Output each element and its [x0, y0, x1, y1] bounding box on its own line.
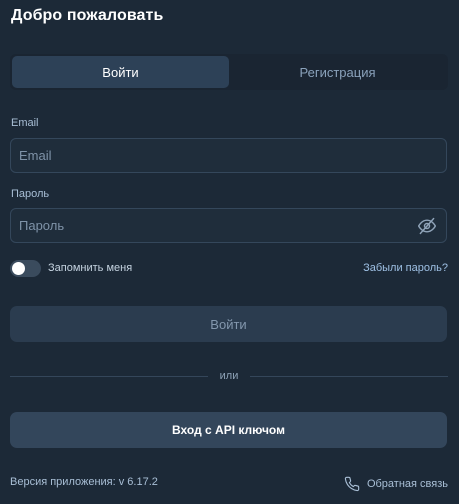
feedback-label: Обратная связь	[366, 478, 448, 490]
login-button[interactable]: Войти	[10, 306, 447, 342]
remember-toggle[interactable]	[10, 259, 41, 277]
email-label: Email	[11, 117, 39, 129]
remember-label: Запомнить меня	[48, 262, 133, 274]
auth-tabs: Войти Регистрация	[10, 54, 448, 90]
divider-line-left	[10, 375, 208, 377]
eye-off-icon[interactable]	[416, 215, 438, 237]
password-label: Пароль	[11, 188, 50, 200]
tab-login[interactable]: Войти	[12, 56, 229, 88]
password-field-wrapper	[10, 208, 447, 243]
phone-icon	[344, 476, 360, 492]
or-divider: или	[10, 367, 448, 385]
feedback-link[interactable]: Обратная связь	[344, 476, 448, 492]
divider-label: или	[219, 370, 239, 382]
password-field[interactable]	[11, 209, 416, 242]
remember-row: Запомнить меня Забыли пароль?	[10, 258, 448, 278]
api-key-login-button[interactable]: Вход с API ключом	[10, 412, 447, 448]
tab-register[interactable]: Регистрация	[229, 56, 446, 88]
email-field[interactable]	[11, 139, 446, 172]
divider-line-right	[250, 375, 448, 377]
forgot-password-link[interactable]: Забыли пароль?	[363, 262, 448, 274]
email-field-wrapper	[10, 138, 447, 173]
page-title: Добро пожаловать	[11, 7, 164, 24]
toggle-knob	[12, 261, 25, 275]
app-version: Версия приложения: v 6.17.2	[10, 476, 158, 488]
